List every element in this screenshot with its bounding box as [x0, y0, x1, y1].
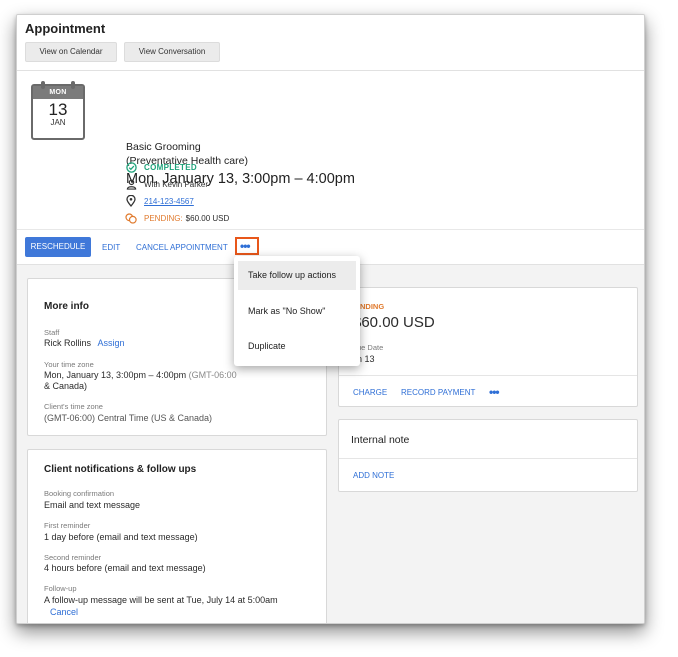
check-circle-icon [125, 161, 137, 173]
page-title: Appointment [25, 21, 106, 36]
internal-note-title: Internal note [351, 434, 410, 446]
more-dots-icon: ••• [240, 239, 251, 253]
menu-item-duplicate[interactable]: Duplicate [238, 332, 356, 361]
payment-more-button[interactable]: ••• [489, 386, 500, 398]
coins-icon [125, 212, 137, 224]
assign-link[interactable]: Assign [98, 338, 125, 348]
staff-value: Rick Rollins [44, 338, 92, 348]
second-reminder-label: Second reminder [44, 553, 102, 562]
charge-button[interactable]: CHARGE [353, 388, 387, 397]
client-timezone-value: (GMT-06:00) Central Time (US & Canada) [44, 413, 213, 423]
view-on-calendar-button[interactable]: View on Calendar [25, 42, 117, 62]
calendar-month: JAN [50, 118, 66, 127]
more-actions-menu: Take follow up actions Mark as "No Show"… [234, 256, 360, 366]
service-name: Basic Grooming [126, 141, 201, 153]
calendar-day: 13 [48, 100, 68, 119]
status-row: COMPLETED [125, 161, 197, 173]
staff-label: Staff [44, 328, 60, 337]
add-note-button[interactable]: ADD NOTE [353, 471, 394, 480]
booking-confirmation-label: Booking confirmation [44, 489, 115, 498]
notifications-title: Client notifications & follow ups [44, 464, 197, 475]
your-timezone-zone: (GMT-06:00 [188, 370, 237, 380]
more-info-title: More info [44, 301, 89, 312]
your-timezone-zone-cont: & Canada) [44, 381, 88, 391]
client-timezone-label: Client's time zone [44, 402, 103, 411]
calendar-ring-left [41, 81, 45, 89]
edit-button[interactable]: EDIT [102, 243, 120, 252]
menu-item-no-show[interactable]: Mark as "No Show" [238, 297, 356, 326]
notifications-card: Client notifications & follow ups Bookin… [27, 449, 327, 623]
your-timezone-label: Your time zone [44, 360, 94, 369]
your-timezone-value-row: Mon, January 13, 3:00pm – 4:00pm (GMT-06… [44, 370, 237, 380]
payment-card-amount: $60.00 USD [353, 314, 435, 331]
location-pin-icon [125, 195, 137, 207]
cancel-appointment-button[interactable]: CANCEL APPOINTMENT [136, 243, 228, 252]
calendar-icon: MON 13 JAN [31, 81, 85, 140]
due-date-label: ue Date [357, 343, 384, 352]
cancel-follow-up-link[interactable]: Cancel [50, 607, 78, 617]
payment-card: ENDING $60.00 USD ue Date n 13 CHARGE RE… [338, 287, 638, 407]
reschedule-button[interactable]: RESCHEDULE [25, 237, 91, 257]
your-timezone-value: Mon, January 13, 3:00pm – 4:00pm [44, 370, 187, 380]
staff-row: With Kevin Parker [125, 178, 208, 190]
booking-confirmation-value: Email and text message [44, 500, 141, 510]
more-actions-button[interactable]: ••• [235, 237, 259, 255]
appointment-summary: MON 13 JAN Basic Grooming (Preventative … [17, 71, 644, 229]
menu-item-follow-up[interactable]: Take follow up actions [238, 261, 356, 290]
staff-value-row: Rick Rollins Assign [44, 338, 125, 348]
status-badge: COMPLETED [144, 162, 197, 172]
view-conversation-button[interactable]: View Conversation [124, 42, 220, 62]
phone-link[interactable]: 214-123-4567 [144, 197, 194, 206]
record-payment-button[interactable]: RECORD PAYMENT [401, 388, 475, 397]
payment-amount: $60.00 USD [185, 213, 230, 223]
payment-status: PENDING: [144, 213, 183, 223]
first-reminder-label: First reminder [44, 521, 91, 530]
follow-up-value: A follow-up message will be sent at Tue,… [44, 595, 278, 605]
calendar-ring-right [71, 81, 75, 89]
internal-note-divider [339, 458, 637, 459]
appointment-header: Appointment View on Calendar View Conver… [17, 15, 644, 71]
payment-card-divider [339, 375, 637, 376]
internal-note-card: Internal note ADD NOTE [338, 419, 638, 492]
first-reminder-value: 1 day before (email and text message) [44, 532, 198, 542]
location-row: 214-123-4567 [125, 195, 194, 207]
person-icon [125, 178, 137, 190]
follow-up-label: Follow-up [44, 584, 77, 593]
staff-name: With Kevin Parker [144, 179, 209, 189]
second-reminder-value: 4 hours before (email and text message) [44, 563, 206, 573]
payment-row: PENDING: $60.00 USD [125, 212, 229, 224]
